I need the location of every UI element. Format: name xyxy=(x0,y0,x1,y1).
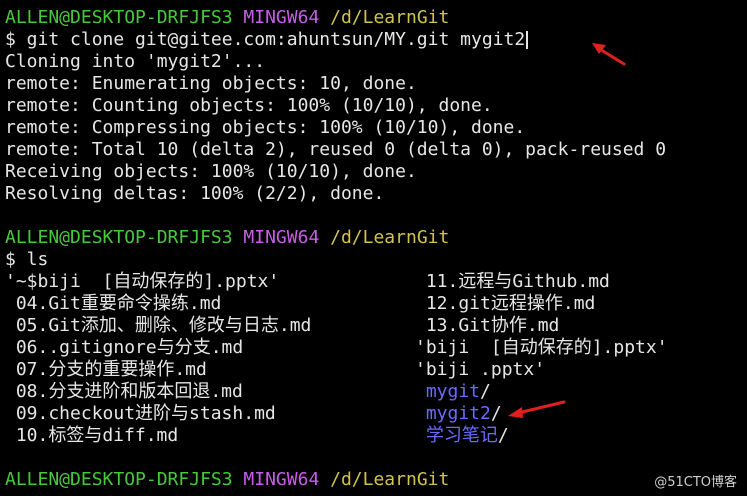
output-line: Resolving deltas: 100% (2/2), done. xyxy=(5,183,385,204)
list-item: 10.标签与diff.md xyxy=(5,425,179,446)
terminal-window[interactable]: ALLEN@DESKTOP-DRFJFS3 MINGW64 /d/LearnGi… xyxy=(5,7,747,491)
ls-listing: '~$biji [自动保存的].pptx' 04.Git重要命令操练.md 05… xyxy=(5,271,747,447)
prompt-user: ALLEN@DESKTOP-DRFJFS3 xyxy=(5,7,233,28)
dir-item-notes: 学习笔记/ xyxy=(415,425,668,447)
list-item: 'biji [自动保存的].pptx' xyxy=(415,337,668,358)
dir-suffix: / xyxy=(497,425,509,446)
annotation-arrow-icon xyxy=(508,400,566,418)
dir-suffix: / xyxy=(480,381,491,402)
prompt-line-1: ALLEN@DESKTOP-DRFJFS3 MINGW64 /d/LearnGi… xyxy=(5,7,747,29)
list-item: 06..gitignore与分支.md xyxy=(5,337,244,358)
list-item: 07.分支的重要操作.md xyxy=(5,359,207,380)
ls-column-2: 11.远程与Github.md 12.git远程操作.md 13.Git协作.m… xyxy=(415,271,668,447)
output-line: remote: Compressing objects: 100% (10/10… xyxy=(5,117,526,138)
prompt-path: /d/LearnGit xyxy=(330,469,450,490)
prompt-shell: MINGW64 xyxy=(243,7,320,28)
prompt-user: ALLEN@DESKTOP-DRFJFS3 xyxy=(5,227,233,248)
prompt-user: ALLEN@DESKTOP-DRFJFS3 xyxy=(5,469,233,490)
output-line: remote: Counting objects: 100% (10/10), … xyxy=(5,95,493,116)
list-item: 08.分支进阶和版本回退.md xyxy=(5,381,243,402)
dir-suffix: / xyxy=(490,403,502,424)
prompt-path: /d/LearnGit xyxy=(330,7,450,28)
list-item: 'biji .pptx' xyxy=(415,359,546,380)
prompt-shell: MINGW64 xyxy=(243,469,320,490)
dir-name: mygit2 xyxy=(415,403,491,424)
prompt-path: /d/LearnGit xyxy=(330,227,450,248)
ls-column-1: '~$biji [自动保存的].pptx' 04.Git重要命令操练.md 05… xyxy=(5,271,311,447)
output-line: remote: Total 10 (delta 2), reused 0 (de… xyxy=(5,139,667,160)
prompt-line-3: ALLEN@DESKTOP-DRFJFS3 MINGW64 /d/LearnGi… xyxy=(5,469,747,491)
list-item: 11.远程与Github.md xyxy=(415,271,610,292)
list-item: 05.Git添加、删除、修改与日志.md xyxy=(5,315,312,336)
dir-name: mygit xyxy=(415,381,481,402)
clone-command: $ git clone git@gitee.com:ahuntsun/MY.gi… xyxy=(5,29,526,50)
list-item: 09.checkout进阶与stash.md xyxy=(5,403,276,424)
dir-name: 学习笔记 xyxy=(415,425,498,446)
output-line: Cloning into 'mygit2'... xyxy=(5,51,266,72)
watermark: @51CTO博客 xyxy=(654,475,737,490)
list-item: 04.Git重要命令操练.md xyxy=(5,293,222,314)
output-line: Receiving objects: 100% (10/10), done. xyxy=(5,161,417,182)
prompt-line-2: ALLEN@DESKTOP-DRFJFS3 MINGW64 /d/LearnGi… xyxy=(5,227,747,249)
list-item: 12.git远程操作.md xyxy=(415,293,596,314)
clone-output: Cloning into 'mygit2'... remote: Enumera… xyxy=(5,51,747,205)
text-cursor xyxy=(526,31,529,49)
prompt-shell: MINGW64 xyxy=(243,227,320,248)
list-item: 13.Git协作.md xyxy=(415,315,560,336)
ls-command: $ ls xyxy=(5,249,49,270)
list-item: '~$biji [自动保存的].pptx' xyxy=(5,271,280,292)
output-line: remote: Enumerating objects: 10, done. xyxy=(5,73,417,94)
annotation-arrow-icon xyxy=(592,43,626,66)
clone-command-line: $ git clone git@gitee.com:ahuntsun/MY.gi… xyxy=(5,29,747,51)
